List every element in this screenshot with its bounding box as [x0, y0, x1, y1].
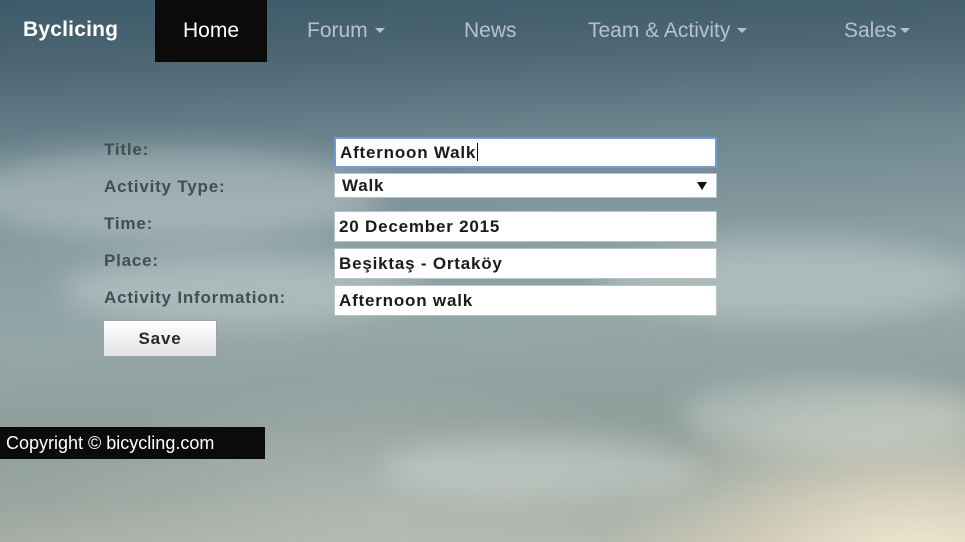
- nav-item-team-activity[interactable]: Team & Activity: [588, 0, 748, 62]
- activity-type-value: Walk: [342, 176, 385, 195]
- nav-item-label: Sales: [844, 19, 897, 42]
- activity-information-input[interactable]: Afternoon walk: [334, 285, 717, 316]
- nav-item-label: Home: [182, 19, 240, 42]
- nav-item-label: News: [464, 19, 517, 42]
- title-input[interactable]: Afternoon Walk: [334, 137, 717, 168]
- nav-item-news[interactable]: News: [464, 0, 517, 62]
- save-button[interactable]: Save: [103, 320, 217, 357]
- nav-item-label: Forum: [307, 19, 368, 42]
- place-input[interactable]: Beşiktaş - Ortaköy: [334, 248, 717, 279]
- top-navbar: Byclicing Home Forum News Team & Activit…: [0, 0, 965, 62]
- chevron-down-icon: [737, 27, 748, 33]
- footer-copyright: Copyright © bicycling.com: [0, 427, 265, 459]
- chevron-down-icon: [899, 27, 910, 33]
- background-cloud: [680, 380, 965, 450]
- activity-type-label: Activity Type:: [104, 177, 226, 196]
- activity-type-select[interactable]: Walk: [334, 173, 717, 198]
- dropdown-arrow-icon: [697, 182, 707, 190]
- activity-information-value: Afternoon walk: [339, 291, 473, 310]
- place-input-value: Beşiktaş - Ortaköy: [339, 254, 503, 273]
- nav-item-forum[interactable]: Forum: [307, 0, 385, 62]
- title-input-value: Afternoon Walk: [340, 143, 477, 162]
- nav-item-home[interactable]: Home: [155, 0, 267, 62]
- time-label: Time:: [104, 214, 154, 233]
- text-cursor: [477, 143, 479, 161]
- nav-item-sales[interactable]: Sales: [844, 0, 910, 62]
- brand-logo[interactable]: Byclicing: [23, 18, 118, 42]
- time-input-value: 20 December 2015: [339, 217, 501, 236]
- chevron-down-icon: [374, 27, 385, 33]
- place-label: Place:: [104, 251, 159, 270]
- background-cloud: [380, 440, 700, 500]
- title-label: Title:: [104, 140, 150, 159]
- activity-information-label: Activity Information:: [104, 288, 287, 307]
- nav-item-label: Team & Activity: [588, 19, 731, 42]
- time-input[interactable]: 20 December 2015: [334, 211, 717, 242]
